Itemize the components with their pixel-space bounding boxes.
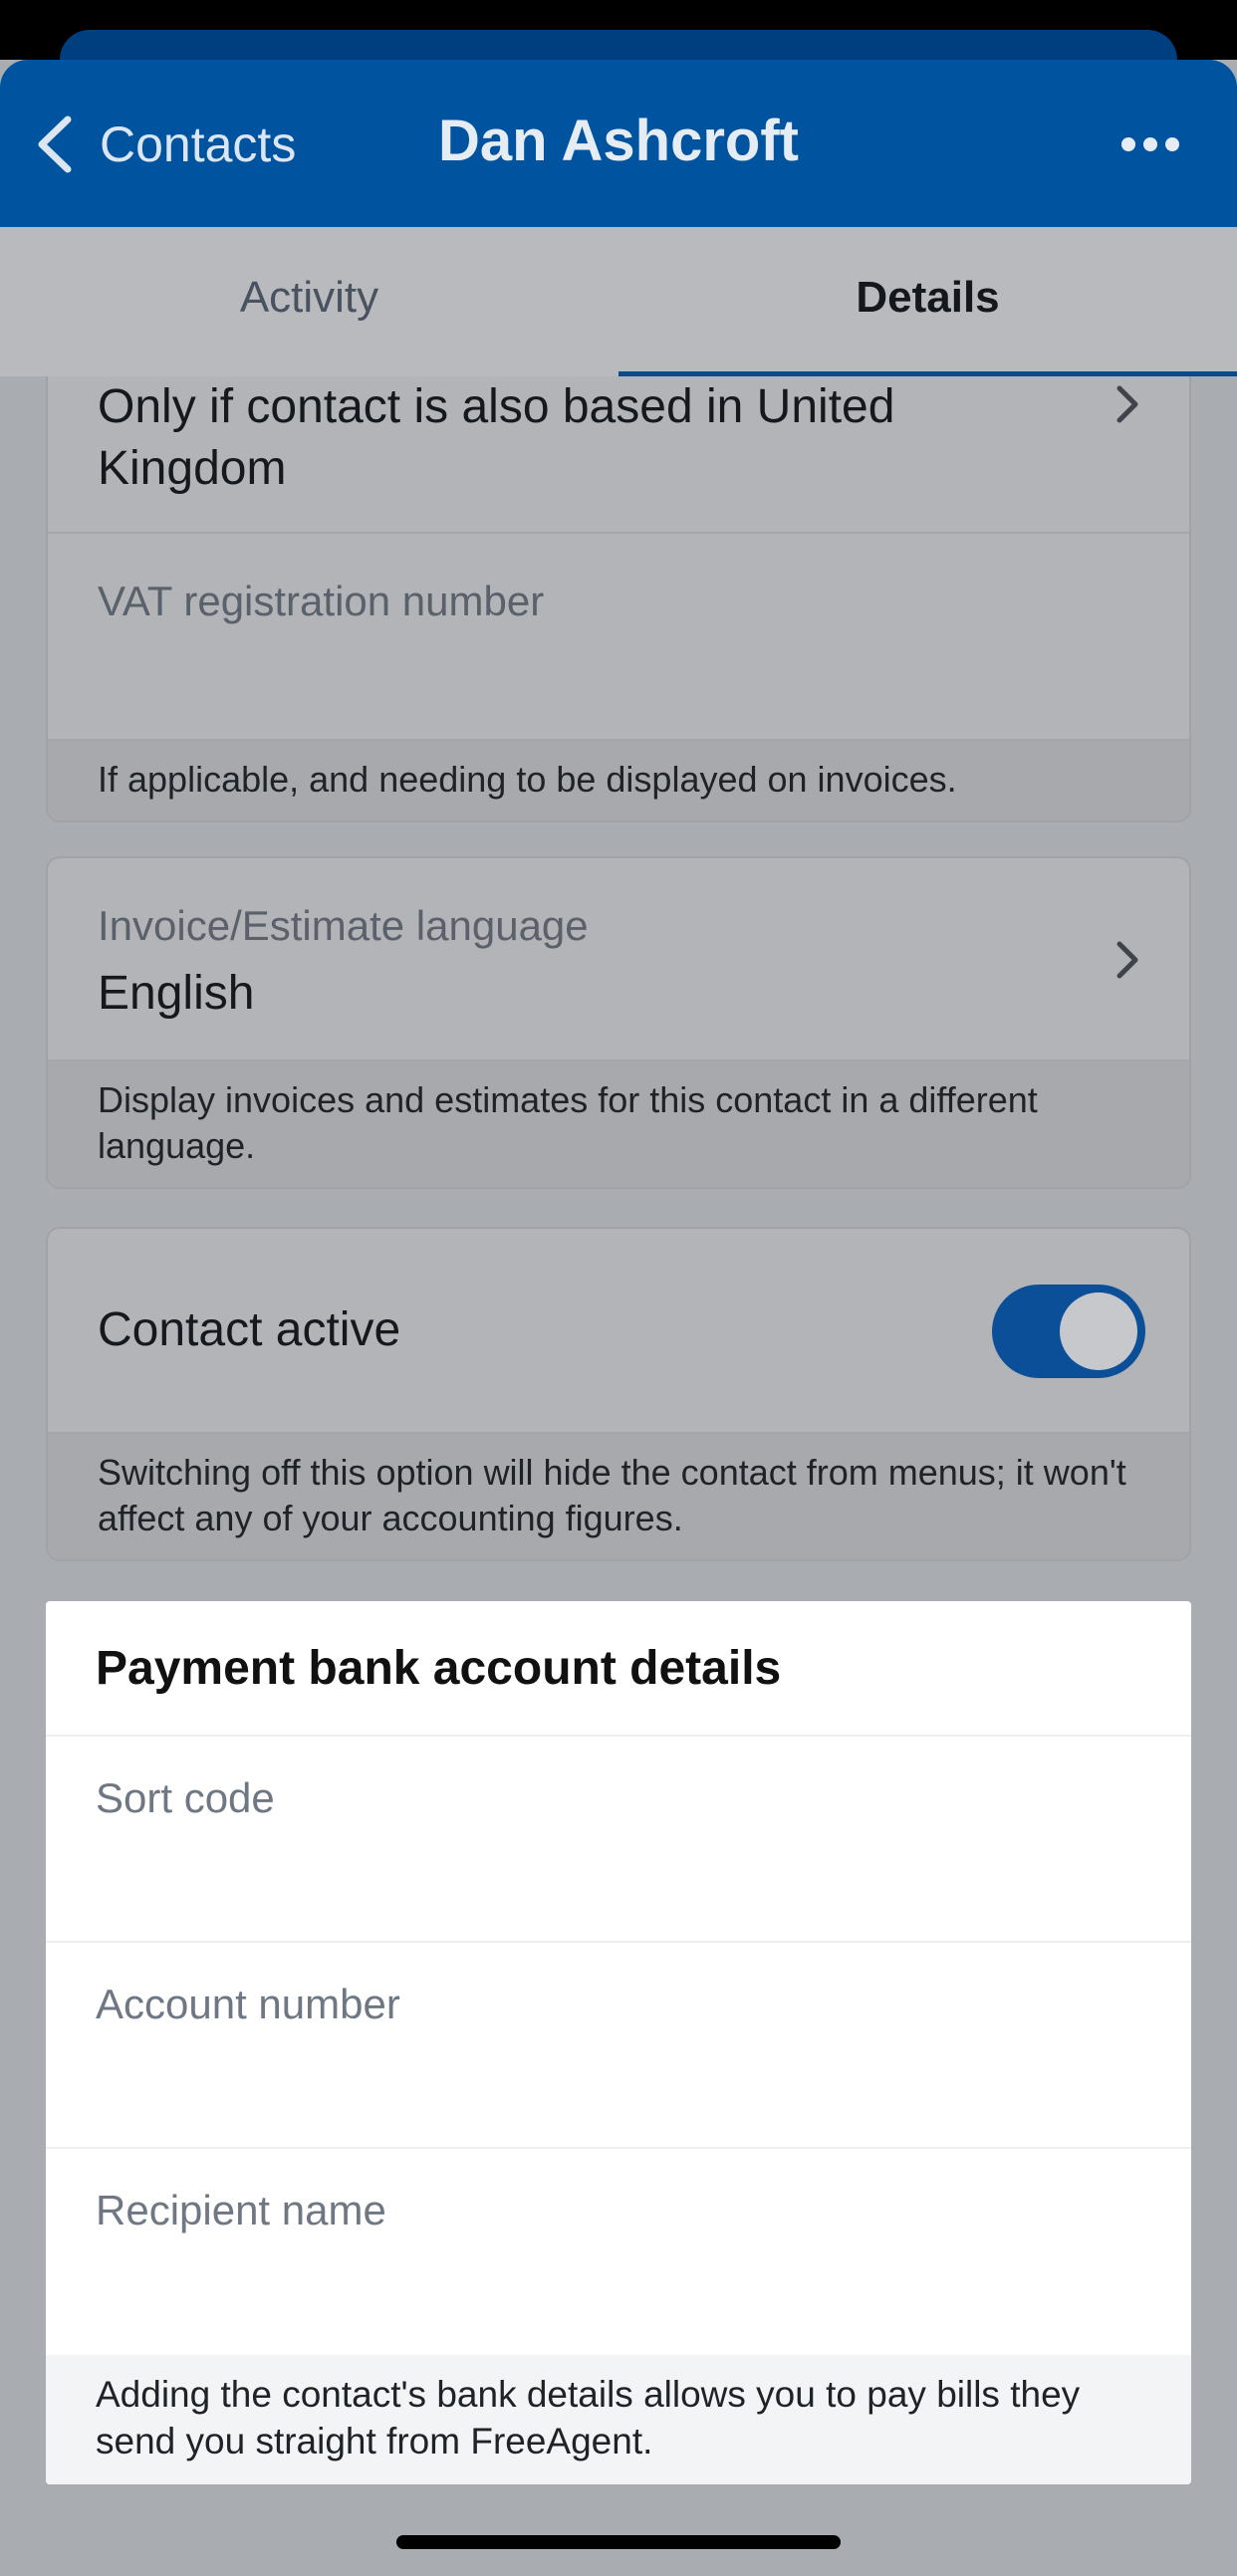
more-dots-icon [1143,137,1157,151]
more-dots-icon [1165,137,1179,151]
language-label: Invoice/Estimate language [98,902,589,949]
vat-number-label: VAT registration number [98,578,545,624]
tab-details[interactable]: Details [618,227,1237,376]
sort-code-row [46,1737,1191,1943]
tax-treatment-row[interactable]: Only if contact is also based in United … [48,376,1189,534]
recipient-name-row [46,2149,1191,2355]
back-button[interactable]: Contacts [34,110,296,179]
vat-number-row[interactable]: VAT registration number [48,534,1189,741]
back-button-label: Contacts [100,117,297,172]
bank-details-card: Payment bank account details Adding the … [46,1601,1191,2484]
tab-activity[interactable]: Activity [0,227,618,376]
recipient-name-input[interactable] [96,2187,1141,2234]
chevron-right-icon [1116,941,1138,979]
chevron-right-icon [1116,385,1138,423]
contact-active-toggle[interactable] [992,1285,1145,1378]
bank-details-title: Payment bank account details [46,1601,1191,1737]
tax-card: Only if contact is also based in United … [46,376,1191,822]
toggle-knob [1060,1292,1137,1370]
language-value: English [98,967,255,1020]
contact-active-hint: Switching off this option will hide the … [48,1434,1189,1559]
language-hint: Display invoices and estimates for this … [48,1061,1189,1187]
contact-active-label: Contact active [98,1303,401,1356]
account-number-input[interactable] [96,1981,1141,2028]
more-dots-icon [1121,137,1135,151]
chevron-left-icon [38,116,72,173]
contact-active-card: Contact active Switching off this option… [46,1227,1191,1561]
home-indicator [396,2535,841,2549]
tax-treatment-value: Only if contact is also based in United … [98,380,895,495]
contact-active-row: Contact active [48,1229,1189,1434]
navigation-bar: Contacts Dan Ashcroft [0,60,1237,227]
bank-details-hint: Adding the contact's bank details allows… [46,2355,1191,2484]
more-options-button[interactable] [1121,129,1179,159]
vat-hint: If applicable, and needing to be display… [48,741,1189,820]
account-number-row [46,1943,1191,2149]
tab-bar: Activity Details [0,227,1237,376]
details-content[interactable]: Only if contact is also based in United … [0,376,1237,2576]
language-row[interactable]: Invoice/Estimate language English [48,858,1189,1061]
sort-code-input[interactable] [96,1774,1141,1822]
language-card: Invoice/Estimate language English Displa… [46,856,1191,1189]
